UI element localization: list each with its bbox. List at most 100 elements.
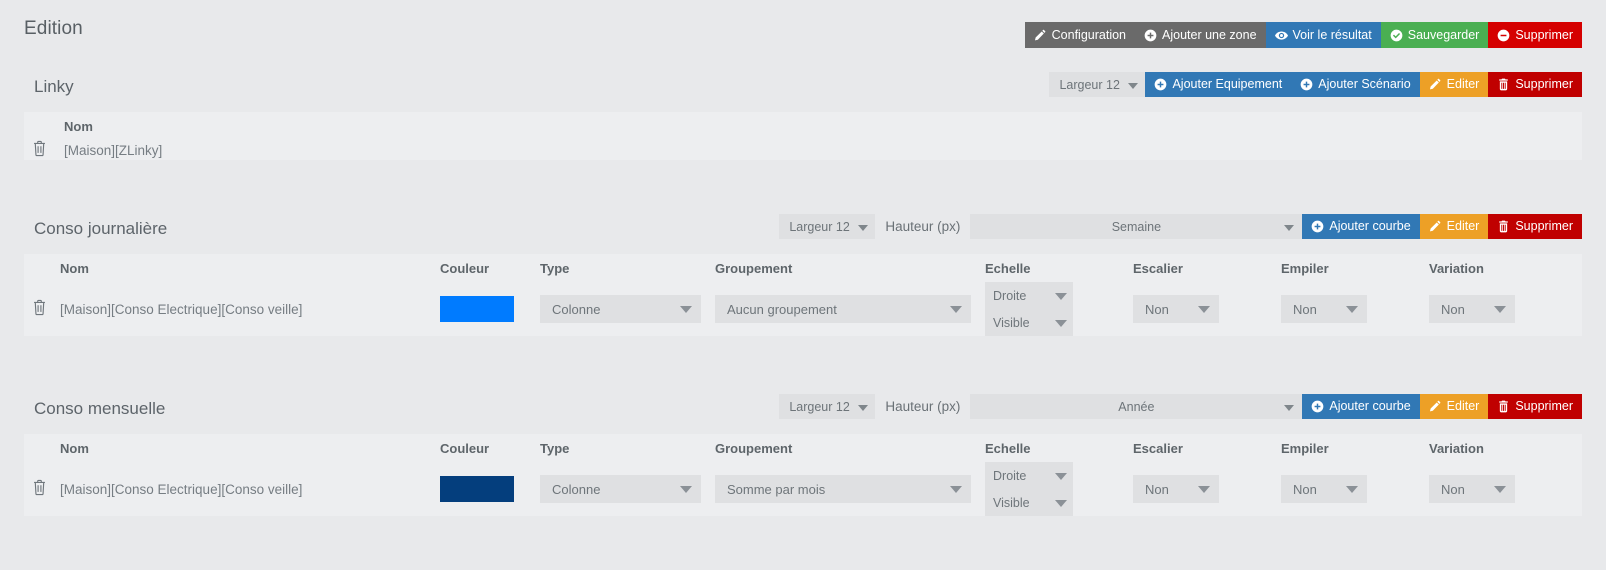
button-label: Ajouter une zone [1162,27,1257,42]
ajouter-une-zone-button[interactable]: Ajouter une zone [1135,22,1266,48]
escalier-value: Non [1145,301,1169,317]
zone-title: Conso mensuelle [34,399,166,418]
zone-linky: Linky Largeur 12 Ajouter Equipement Ajouter… [24,68,1582,160]
ajouter-courbe-button[interactable]: Ajouter courbe [1302,214,1420,239]
chevron-down-icon [858,404,869,411]
column-header-empiler: Empiler [1281,434,1429,462]
trash-icon [1497,400,1510,413]
page-title: Edition [24,18,83,39]
column-header-echelle: Echelle [985,254,1133,282]
zone-width-select[interactable]: Largeur 12 [779,214,876,239]
button-label: Sauvegarder [1407,27,1480,42]
zone-header: Conso mensuelle Largeur 12 Hauteur (px) Ann… [24,390,1582,434]
echelle-stack: Droite Visible [985,462,1073,516]
column-header-variation: Variation [1429,434,1506,462]
ajouter-courbe-button[interactable]: Ajouter courbe [1302,394,1420,419]
variation-select[interactable]: Non [1429,295,1515,323]
empiler-cell: Non [1281,462,1429,516]
supprimer-button[interactable]: Supprimer [1488,214,1582,239]
supprimer-button[interactable]: Supprimer [1488,22,1582,48]
type-cell: Colonne [540,282,715,336]
row-filler [1505,462,1582,516]
color-swatch[interactable] [440,296,514,322]
echelle-visible-select[interactable]: Visible [985,489,1073,516]
zone-width-select[interactable]: Largeur 12 [779,394,876,419]
period-select[interactable]: Année [970,394,1303,419]
groupement-select[interactable]: Aucun groupement [715,295,971,323]
trash-icon [1497,220,1510,233]
echelle-side-select[interactable]: Droite [985,462,1073,489]
pencil-icon [1429,220,1442,233]
ajouter-scenario-button[interactable]: Ajouter Scénario [1291,72,1420,97]
column-header-couleur: Couleur [440,434,540,462]
type-cell: Colonne [540,462,715,516]
type-value: Colonne [552,481,601,497]
chevron-down-icon [1055,499,1067,507]
zone-width-select[interactable]: Largeur 12 [1049,72,1146,97]
trash-icon[interactable] [32,299,48,316]
period-select[interactable]: Semaine [970,214,1303,239]
chevron-down-icon [950,306,962,313]
plus-circle-icon [1154,78,1167,91]
supprimer-button[interactable]: Supprimer [1488,72,1582,97]
type-select[interactable]: Colonne [540,475,701,503]
button-label: Voir le résultat [1292,27,1372,42]
trash-icon[interactable] [32,140,48,157]
groupement-select[interactable]: Somme par mois [715,475,971,503]
zone-width-value: Largeur 12 [789,219,850,234]
editer-button[interactable]: Editer [1419,394,1489,419]
editer-button[interactable]: Editer [1419,72,1489,97]
button-label: Ajouter courbe [1329,219,1411,234]
plus-circle-icon [1144,29,1157,42]
table-row: [Maison][Conso Electrique][Conso veille]… [24,462,1582,516]
curves-table: Nom [Maison][ZLinky] [24,112,1582,160]
trash-icon [1497,78,1510,91]
curve-name: [Maison][ZLinky] [64,140,274,160]
type-select[interactable]: Colonne [540,295,701,323]
table-header-row: Nom Couleur Type Groupement Echelle Escalier E… [24,434,1582,462]
escalier-select[interactable]: Non [1133,475,1219,503]
chevron-down-icon [680,306,692,313]
voir-le-resultat-button[interactable]: Voir le résultat [1265,22,1381,48]
escalier-value: Non [1145,481,1169,497]
column-header-escalier: Escalier [1133,254,1281,282]
color-swatch[interactable] [440,476,514,502]
escalier-cell: Non [1133,282,1281,336]
chevron-down-icon [680,486,692,493]
echelle-side-value: Droite [993,288,1027,303]
ajouter-equipement-button[interactable]: Ajouter Equipement [1145,72,1292,97]
button-label: Configuration [1051,27,1127,42]
empiler-value: Non [1293,481,1317,497]
escalier-select[interactable]: Non [1133,295,1219,323]
variation-select[interactable]: Non [1429,475,1515,503]
supprimer-button[interactable]: Supprimer [1488,394,1582,419]
configuration-button[interactable]: Configuration [1024,22,1136,48]
echelle-visible-select[interactable]: Visible [985,309,1073,336]
echelle-side-select[interactable]: Droite [985,282,1073,309]
zone-panel: Nom Couleur Type Groupement Echelle Escalier E… [24,254,1582,336]
empiler-select[interactable]: Non [1281,475,1367,503]
button-label: Ajouter Scénario [1318,77,1411,92]
variation-value: Non [1441,301,1465,317]
chevron-down-icon [1494,306,1506,313]
echelle-visible-value: Visible [993,495,1030,510]
column-header-type: Type [540,254,715,282]
trash-icon[interactable] [32,479,48,496]
row-filler [1505,282,1582,336]
column-header-nom: Nom [64,112,274,140]
minus-circle-icon [1497,29,1510,42]
sauvegarder-button[interactable]: Sauvegarder [1380,22,1489,48]
eye-icon [1274,29,1288,42]
echelle-cell: Droite Visible [985,462,1133,516]
editer-button[interactable]: Editer [1419,214,1489,239]
row-filler [274,140,1582,160]
curves-table: Nom Couleur Type Groupement Echelle Escalier E… [24,434,1582,516]
button-label: Supprimer [1515,27,1573,42]
empiler-select[interactable]: Non [1281,295,1367,323]
column-header-groupement: Groupement [715,434,985,462]
row-delete-cell [24,282,60,336]
column-header-type: Type [540,434,715,462]
button-label: Editer [1446,219,1480,234]
button-label: Ajouter courbe [1329,399,1411,414]
pencil-icon [1034,29,1047,42]
